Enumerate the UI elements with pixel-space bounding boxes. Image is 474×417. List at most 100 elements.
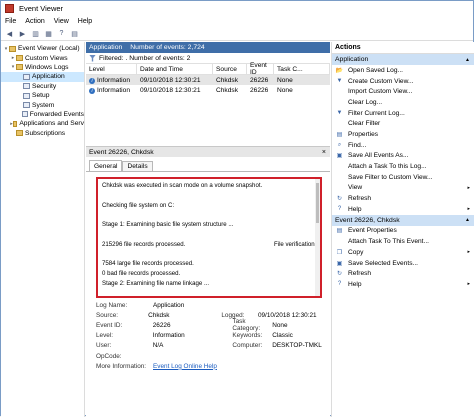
column-level[interactable]: Level — [86, 64, 137, 74]
computer-value: DESKTOP-TMKL — [272, 342, 322, 350]
row-level-text: Information — [97, 76, 130, 84]
collapse-arrow-icon[interactable]: ▲ — [465, 57, 470, 63]
keywords-value: Classic — [272, 332, 293, 340]
column-event-id[interactable]: Event ID — [247, 62, 274, 76]
action-clear-filter[interactable]: Clear Filter — [332, 118, 474, 129]
menu-view[interactable]: View — [54, 18, 69, 25]
tree-item-custom-views[interactable]: ▸ Custom Views — [1, 53, 84, 62]
action-create-custom-view[interactable]: ▼ Create Custom View... — [332, 76, 474, 87]
table-row[interactable]: i Information 09/10/2018 12:30:21 Chkdsk … — [86, 85, 330, 95]
action-save-filter-to-custom-view[interactable]: Save Filter to Custom View... — [332, 172, 474, 183]
action-help[interactable]: ? Help ▸ — [332, 279, 474, 290]
description-line — [102, 231, 316, 241]
actions-section-application[interactable]: Application ▲ — [332, 54, 474, 65]
action-import-custom-view[interactable]: Import Custom View... — [332, 86, 474, 97]
tree-item-label: Security — [32, 82, 57, 90]
information-icon: i — [89, 77, 95, 84]
action-filter-current-log[interactable]: ▼ Filter Current Log... — [332, 108, 474, 119]
event-tabs: General Details — [86, 160, 330, 172]
tree-item-subscriptions[interactable]: Subscriptions — [1, 129, 84, 138]
column-date[interactable]: Date and Time — [137, 64, 213, 74]
user-label: User: — [96, 342, 112, 350]
tree-item-security[interactable]: Security — [1, 82, 84, 91]
prop-row-log-name: Log Name: Application — [96, 300, 322, 310]
event-viewer-window: Event Viewer File Action View Help ◀ ▶ ▥… — [0, 0, 474, 417]
log-name-value: Application — [153, 301, 185, 309]
description-text: Stage 2: Examining file name linkage ... — [102, 279, 210, 287]
section-event-label: Event 26226, Chkdsk — [335, 216, 400, 224]
tree-item-label: System — [32, 101, 55, 109]
submenu-arrow-icon: ▸ — [467, 249, 470, 256]
back-icon[interactable]: ◀ — [5, 29, 14, 38]
action-help[interactable]: ? Help ▸ — [332, 204, 474, 215]
scrollbar-thumb[interactable] — [316, 183, 319, 223]
forward-icon[interactable]: ▶ — [18, 29, 27, 38]
column-task[interactable]: Task C... — [274, 64, 330, 74]
tree-item-forwarded-events[interactable]: Forwarded Events — [1, 110, 84, 119]
collapse-arrow-icon[interactable]: ▲ — [465, 217, 470, 223]
tree-item-label: Windows Logs — [25, 63, 69, 71]
menu-file[interactable]: File — [5, 18, 16, 25]
help-icon: ? — [337, 281, 342, 288]
action-clear-log[interactable]: Clear Log... — [332, 97, 474, 108]
tree-item-applications-and-serv[interactable]: ▸ Applications and Serv — [1, 119, 84, 128]
action-save-all-events-as[interactable]: ▣ Save All Events As... — [332, 151, 474, 162]
action-refresh[interactable]: ↻ Refresh — [332, 268, 474, 279]
description-line: Checking file system on C: — [102, 202, 316, 212]
description-text: Checking file system on C: — [102, 201, 175, 209]
keywords-label: Keywords: — [232, 332, 263, 340]
tree-item-event-viewer-local[interactable]: ▾ Event Viewer (Local) — [1, 44, 84, 53]
actions-section-event[interactable]: Event 26226, Chkdsk ▲ — [332, 214, 474, 226]
properties-icon[interactable]: ▤ — [70, 29, 79, 38]
tree-item-system[interactable]: System — [1, 100, 84, 109]
description-line: 7584 large file records processed. — [102, 260, 316, 270]
tab-details[interactable]: Details — [122, 161, 153, 171]
folder-icon — [16, 55, 23, 62]
folder-icon[interactable]: ▥ — [31, 29, 40, 38]
action-attach-a-task-to-this-log[interactable]: Attach a Task To this Log... — [332, 161, 474, 172]
level-label: Level: — [96, 332, 114, 340]
source-value: Chkdsk — [148, 311, 170, 319]
menu-action[interactable]: Action — [25, 18, 44, 25]
opcode-label: OpCode: — [96, 352, 122, 360]
menu-help[interactable]: Help — [78, 18, 92, 25]
table-row[interactable]: i Information 09/10/2018 12:30:21 Chkdsk … — [86, 75, 330, 85]
log-icon — [23, 102, 30, 109]
description-text: 215296 file records processed. — [102, 240, 186, 248]
action-properties[interactable]: ▤ Properties — [332, 129, 474, 140]
action-find[interactable]: ⌕ Find... — [332, 140, 474, 151]
help-icon[interactable]: ? — [57, 29, 66, 38]
tree-item-application[interactable]: Application — [1, 72, 84, 82]
log-name-label: Log Name: — [96, 301, 128, 309]
copy-icon: ❐ — [336, 249, 343, 256]
action-label: View — [348, 184, 363, 192]
prop-row-event-id: Event ID: 26226 Task Category: None — [96, 318, 322, 332]
information-icon: i — [89, 87, 95, 94]
tab-general[interactable]: General — [89, 160, 123, 171]
action-refresh[interactable]: ↻ Refresh — [332, 193, 474, 204]
clear-log-icon — [336, 99, 343, 106]
action-event-properties[interactable]: ▤ Event Properties — [332, 226, 474, 237]
column-source[interactable]: Source — [213, 64, 247, 74]
tree-item-setup[interactable]: Setup — [1, 91, 84, 100]
action-save-selected-events[interactable]: ▣ Save Selected Events... — [332, 258, 474, 269]
action-copy[interactable]: ❐ Copy ▸ — [332, 247, 474, 258]
close-icon[interactable]: × — [322, 149, 326, 156]
actions-title: Actions — [332, 42, 474, 54]
description-scrollbar[interactable] — [315, 179, 320, 296]
event-description[interactable]: Chkdsk was executed in scan mode on a vo… — [96, 177, 322, 298]
action-attach-task-to-this-event[interactable]: Attach Task To This Event... — [332, 236, 474, 247]
description-line — [102, 192, 316, 202]
more-info-label: More Information: — [96, 362, 147, 370]
action-view[interactable]: View ▸ — [332, 183, 474, 194]
action-label: Import Custom View... — [348, 88, 413, 96]
event-log-online-help-link[interactable]: Event Log Online Help — [153, 363, 263, 370]
prop-row-level: Level: Information Keywords: Classic — [96, 331, 322, 341]
tree-item-windows-logs[interactable]: ▾ Windows Logs — [1, 63, 84, 72]
action-open-saved-log[interactable]: 📂 Open Saved Log... — [332, 65, 474, 76]
console-icon[interactable]: ▦ — [44, 29, 53, 38]
description-text: 0 bad file records processed. — [102, 270, 181, 278]
filter-icon — [89, 54, 96, 62]
toolbar: ◀ ▶ ▥ ▦ ? ▤ — [1, 27, 473, 41]
row-date: 09/10/2018 12:30:21 — [140, 76, 201, 84]
